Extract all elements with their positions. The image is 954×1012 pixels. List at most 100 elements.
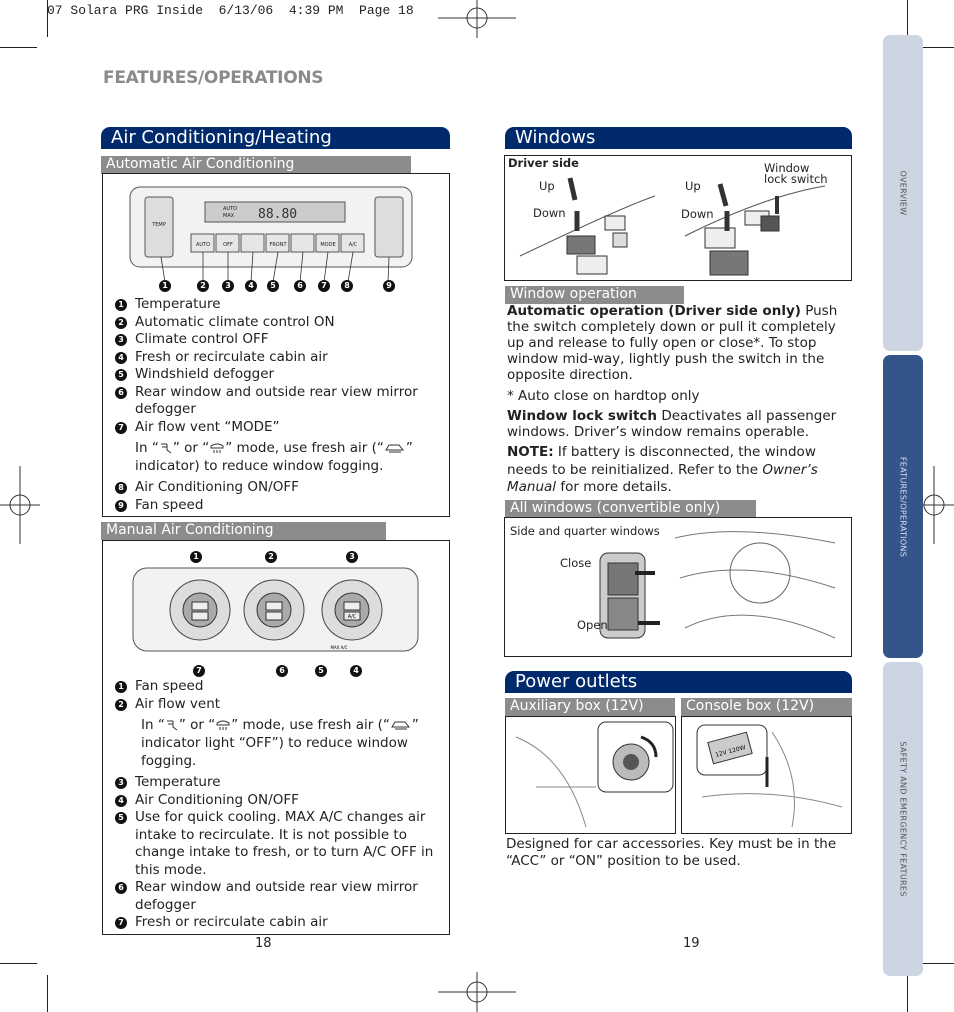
list-item: 1 Temperature xyxy=(115,296,445,314)
list-item: 2 Air flow vent xyxy=(115,696,447,714)
tab-overview[interactable]: OVERVIEW xyxy=(883,35,923,351)
crop-mark xyxy=(47,0,48,37)
lock-switch-paragraph: Window lock switch Deactivates all passe… xyxy=(507,408,837,440)
callout-7: 7 xyxy=(193,665,205,677)
auxiliary-box-subheader: Auxiliary box (12V) xyxy=(505,698,675,716)
down-label: Down xyxy=(681,207,714,221)
floor-defrost-mode-icon xyxy=(160,443,172,454)
max-ac-label: MAX A/C xyxy=(330,645,347,650)
power-outlets-text: Designed for car accessories. Key must b… xyxy=(506,836,837,869)
close-label: Close xyxy=(560,556,592,570)
list-item: 9 Fan speed xyxy=(115,497,445,515)
console-outlet-illustration: 12V 120W xyxy=(696,724,843,828)
tab-label: OVERVIEW xyxy=(898,170,908,216)
open-label: Open xyxy=(577,618,608,632)
registration-mark-left xyxy=(0,466,40,544)
list-item: 4 Air Conditioning ON/OFF xyxy=(115,792,447,810)
tab-features-operations[interactable]: FEATURES/OPERATIONS xyxy=(883,355,923,658)
up-label: Up xyxy=(685,179,701,193)
callout-4: 4 xyxy=(245,280,257,292)
windows-header: Windows xyxy=(505,127,852,149)
manual-ac-subheader: Manual Air Conditioning xyxy=(101,522,386,540)
callout-9: 9 xyxy=(383,280,395,292)
page-number-right: 19 xyxy=(683,936,700,951)
defroster-icon xyxy=(216,720,230,730)
page-number-left: 18 xyxy=(255,936,272,951)
crop-mark xyxy=(0,47,37,48)
list-item: 6 Rear window and outside rear view mirro… xyxy=(115,879,447,914)
manual-ac-panel-illustration: A/C MAX A/C xyxy=(132,567,419,652)
callout-8: 8 xyxy=(341,280,353,292)
crop-mark xyxy=(907,975,908,1012)
floor-defrost-mode-icon xyxy=(166,720,178,731)
footnote: * Auto close on hardtop only xyxy=(507,388,700,404)
callout-5: 5 xyxy=(267,280,279,292)
all-windows-figure: Side and quarter windows Close Open xyxy=(504,517,852,657)
list-item: 5 Use for quick cooling. MAX A/C changes … xyxy=(115,809,447,879)
callout-2: 2 xyxy=(265,551,277,563)
crop-mark xyxy=(0,963,37,964)
temp-label: TEMP xyxy=(151,222,166,228)
tab-safety-emergency[interactable]: SAFETY AND EMERGENCY FEATURES xyxy=(883,662,923,976)
callout-7: 7 xyxy=(318,280,330,292)
auxiliary-outlet-illustration xyxy=(515,721,674,828)
list-item: 3 Temperature xyxy=(115,774,447,792)
all-windows-subheader: All windows (convertible only) xyxy=(505,500,756,518)
callout-1: 1 xyxy=(159,280,171,292)
driver-side-caption: Driver side xyxy=(508,156,579,170)
note-paragraph: NOTE: If battery is disconnected, the wi… xyxy=(507,444,818,495)
callout-4: 4 xyxy=(350,665,362,677)
up-label: Up xyxy=(539,179,555,193)
list-item: 5 Windshield defogger xyxy=(115,366,445,384)
callout-2: 2 xyxy=(197,280,209,292)
window-lock-switch-label: Window lock switch xyxy=(764,161,828,186)
mode-note: In “” or “” mode, use fresh air (“” indi… xyxy=(135,440,413,474)
registration-mark-top xyxy=(438,0,516,38)
convertible-window-switch-illustration xyxy=(599,531,836,639)
callout-6: 6 xyxy=(294,280,306,292)
list-item: 1 Fan speed xyxy=(115,678,447,696)
svg-text:OFF: OFF xyxy=(223,242,233,248)
list-item: 7 Fresh or recirculate cabin air xyxy=(115,914,447,932)
manual-ac-box: A/C MAX A/C 1 2 3 7 6 5 4 1 Fan speed 2 Ai… xyxy=(102,540,450,935)
callout-5: 5 xyxy=(315,665,327,677)
automatic-ac-box: TEMP AUTO MAX 88.80 AUTO OFF FRONT MODE A/C … xyxy=(102,173,450,517)
section-title: FEATURES/OPERATIONS xyxy=(103,68,324,88)
crop-mark xyxy=(907,0,908,37)
list-item: 7 Air flow vent “MODE” xyxy=(115,419,445,437)
power-outlets-header: Power outlets xyxy=(505,671,852,693)
side-quarter-caption: Side and quarter windows xyxy=(510,524,660,538)
svg-text:FRONT: FRONT xyxy=(269,242,287,248)
automatic-ac-subheader: Automatic Air Conditioning xyxy=(101,156,411,174)
display-max: MAX xyxy=(223,213,235,219)
auto-operation-paragraph: Automatic operation (Driver side only) P… xyxy=(507,303,838,383)
ac-heating-header: Air Conditioning/Heating xyxy=(101,127,450,149)
display-digits: 88.80 xyxy=(258,207,297,222)
mode-note: In “” or “” mode, use fresh air (“” indi… xyxy=(141,717,419,769)
registration-mark-bottom xyxy=(438,972,516,1012)
fresh-air-icon xyxy=(385,444,404,453)
tab-label: SAFETY AND EMERGENCY FEATURES xyxy=(898,741,908,897)
svg-text:A/C: A/C xyxy=(349,242,358,248)
list-item: 2 Automatic climate control ON xyxy=(115,314,445,332)
svg-text:AUTO: AUTO xyxy=(196,242,210,248)
manual-ac-legend: 1 Fan speed 2 Air flow vent In “” or “” mo… xyxy=(115,678,447,932)
svg-text:MODE: MODE xyxy=(320,242,335,248)
console-box-subheader: Console box (12V) xyxy=(681,698,852,716)
crop-mark xyxy=(47,975,48,1012)
callout-1: 1 xyxy=(190,551,202,563)
console-box-figure: 12V 120W xyxy=(681,716,852,834)
fresh-air-icon xyxy=(391,721,410,730)
callout-3: 3 xyxy=(346,551,358,563)
print-slug: 07 Solara PRG Inside 6/13/06 4:39 PM Pag… xyxy=(47,3,414,18)
list-item: 3 Climate control OFF xyxy=(115,331,445,349)
window-operation-subheader: Window operation xyxy=(505,286,684,304)
callout-3: 3 xyxy=(222,280,234,292)
defroster-icon xyxy=(210,443,224,453)
automatic-ac-legend: 1 Temperature 2 Automatic climate control … xyxy=(115,296,445,514)
list-item: 4 Fresh or recirculate cabin air xyxy=(115,349,445,367)
tab-label: FEATURES/OPERATIONS xyxy=(898,456,908,557)
auxiliary-box-figure xyxy=(505,716,676,834)
down-label: Down xyxy=(533,206,566,220)
driver-side-figure: Driver side Up Down Up Down Window lock … xyxy=(504,155,852,281)
